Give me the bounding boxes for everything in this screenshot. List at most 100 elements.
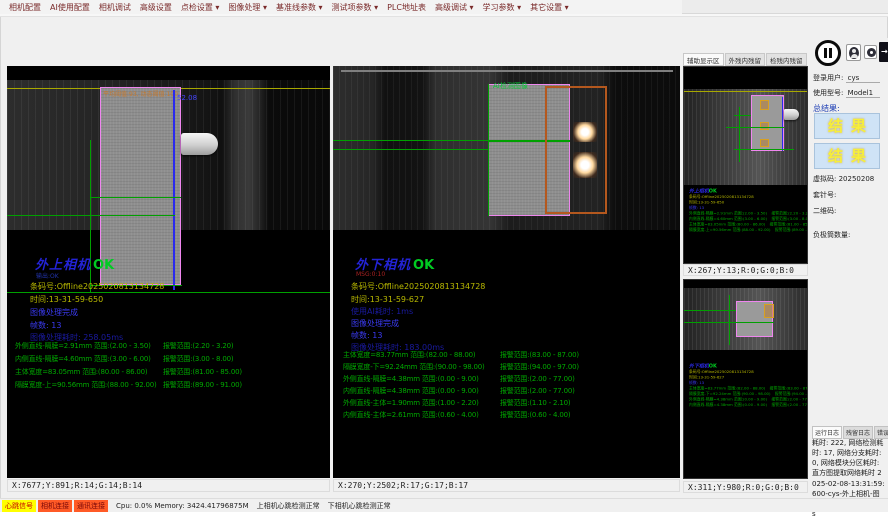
mini-row: 外侧直线-隔膜=2.91mm 范围:(2.00 - 3.50) <box>689 211 767 215</box>
login-user-value: cys <box>846 74 880 83</box>
detect-box <box>760 139 769 147</box>
lower-camera-heartbeat: 下相机心跳检测正常 <box>328 501 391 511</box>
mini-alarm: 报警范围:(2.20 - 3.20) <box>771 211 808 215</box>
measure-line-green <box>7 292 330 293</box>
camera-left-barcode: 条码号:Offline2025020813134728 <box>30 281 164 292</box>
model-field: 使用型号: Model1 <box>813 88 880 98</box>
tool-item-baseline-params[interactable]: 基准线参数 ▾ <box>276 2 323 13</box>
alarm-range: 报警范围:(81.00 - 85.00) <box>163 367 242 377</box>
camera-left-frames: 帧数: 13 <box>30 320 61 331</box>
detect-box <box>764 304 774 318</box>
measurement-row: 主体宽度=83.77mm 范围:(82.00 - 88.00) <box>343 350 475 360</box>
thumbnail-top-status: X:267;Y:13;R:0;G:0;B:0 <box>683 264 808 276</box>
measure-line-green <box>729 295 730 345</box>
alarm-range: 报警范围:(2.00 - 77.00) <box>500 386 575 396</box>
machine-frame-line <box>341 70 673 72</box>
result-box-top: 结果 <box>814 113 880 139</box>
camera-link-badge: 相机连接 <box>38 500 72 512</box>
measurement-row: 外侧直线-隔膜=4.38mm 范围:(0.00 - 9.00) <box>343 374 479 384</box>
measure-line-green <box>90 197 181 198</box>
heartbeat-badge: 心跳信号 <box>2 500 36 512</box>
pause-icon <box>829 48 832 58</box>
settings-button[interactable] <box>864 45 877 59</box>
alarm-range: 报警范围:(1.10 - 2.10) <box>500 398 570 408</box>
tool-item-spot-check[interactable]: 点检设置 ▾ <box>181 2 220 13</box>
camera-mid-done: 图像处理完成 <box>351 318 399 329</box>
camera-left-done: 图像处理完成 <box>30 307 78 318</box>
needle-field: 套针号: <box>813 190 836 200</box>
thumb-tab-inspect[interactable]: 检残内残留 <box>766 53 807 66</box>
tool-item-plc-table[interactable]: PLC地址表 <box>387 2 426 13</box>
ai-image-label: AI检测图像 <box>493 81 528 91</box>
tool-item-camera-config[interactable]: 相机配置 <box>9 2 41 13</box>
camera-left-view[interactable]: 平均阈值:93, 动态阈值:100 52.08 外上相机OK 输出:OK 条码号… <box>7 66 330 478</box>
camera-mid-ai-time: 使用AI耗时: 1ms <box>351 306 413 317</box>
measurement-row: 外侧直线-主体=1.90mm 范围:(1.00 - 2.20) <box>343 398 479 408</box>
tool-item-ai-config[interactable]: AI使用配置 <box>50 2 90 13</box>
mini-alarm: 报警范围:(2.00 - 77.00) <box>771 403 808 407</box>
model-label: 使用型号: <box>813 89 843 97</box>
thumbnail-top-view[interactable]: 外上相机OK 条码号:Offline2025020813134728 时间:13… <box>683 66 808 264</box>
mini-alarm: 报警范围:(2.00 - 77.00) <box>771 397 808 401</box>
virtual-code-label: 虚拟码: <box>813 175 836 183</box>
alarm-range: 报警范围:(89.00 - 91.00) <box>163 380 242 390</box>
camera-mid-sub: MSG:0:10 <box>356 271 385 278</box>
mini-row: 隔膜宽度-下=92.24mm 范围:(90.00 - 98.00) <box>689 392 770 396</box>
measure-line-green <box>734 115 751 116</box>
reflection-glow <box>573 152 597 178</box>
camera-mid-status: X:270;Y:2502;R:17;G:17;B:17 <box>333 479 680 492</box>
mini-row: 主体宽度=83.05mm 范围:(80.00 - 86.00) <box>689 222 765 226</box>
thumb-tab-aux[interactable]: 辅助显示区 <box>683 53 724 66</box>
camera-left-status: X:7677;Y:891;R:14;G:14;B:14 <box>7 479 330 492</box>
user-button[interactable] <box>846 44 861 61</box>
camera-left-sub: 输出:OK <box>36 271 59 280</box>
qr-field: 二维码: <box>813 206 836 216</box>
virtual-code-value: 20250208 <box>839 175 875 183</box>
thumbnail-bottom-overlay: 外下相机OK 条码号:Offline2025020813134728 时间:13… <box>689 362 808 408</box>
threshold-label: 平均阈值:93, 动态阈值:100 <box>103 89 178 98</box>
thumbnail-bottom-view[interactable]: 外下相机OK 条码号:Offline2025020813134728 时间:13… <box>683 279 808 479</box>
cpu-memory-text: Cpu: 0.0% Memory: 3424.41796875M <box>116 502 249 510</box>
measure-line-blue <box>173 90 175 290</box>
thumbnail-top-overlay: 外上相机OK 条码号:Offline2025020813134728 时间:13… <box>689 187 808 233</box>
pause-button[interactable] <box>815 40 841 66</box>
measurement-row: 隔膜宽度-下=92.24mm 范围:(90.00 - 98.00) <box>343 362 485 372</box>
measure-line-green <box>333 140 489 141</box>
tool-item-advanced-debug[interactable]: 高级调试 ▾ <box>435 2 474 13</box>
thumb-tab-strip: 辅助显示区 外残内残留 检残内残留 <box>683 53 809 66</box>
measure-line-green <box>734 149 794 150</box>
tool-item-test-params[interactable]: 测试项参数 ▾ <box>332 2 379 13</box>
detect-box <box>760 100 769 110</box>
connector-tab <box>181 133 218 155</box>
virtual-code-field: 虚拟码: 20250208 <box>813 174 874 184</box>
measure-line-green <box>726 127 784 128</box>
measure-line-green <box>7 215 175 216</box>
camera-left-result: OK <box>93 258 114 273</box>
measure-line-green <box>488 84 489 216</box>
side-panel: 登录用户: cys 使用型号: Model1 总结果: 结果 结果 虚拟码: 2… <box>810 38 888 498</box>
tool-item-advanced-settings[interactable]: 高级设置 <box>140 2 172 13</box>
mini-row: 内侧直线-隔膜=4.60mm 范围:(3.00 - 6.00) <box>689 217 767 221</box>
exit-button[interactable] <box>879 42 888 62</box>
result-box-bottom: 结果 <box>814 143 880 169</box>
connector-tab <box>784 109 799 120</box>
user-icon <box>849 47 859 59</box>
measurement-row: 内侧直线-主体=2.61mm 范围:(0.60 - 4.00) <box>343 410 479 420</box>
measure-line-green <box>739 107 740 162</box>
camera-mid-view[interactable]: AI检测图像 外下相机OK MSG:0:10 条码号:Offline202502… <box>333 66 680 478</box>
tool-item-learning-params[interactable]: 学习参数 ▾ <box>483 2 522 13</box>
mini-row: 外侧直线-隔膜=4.38mm 范围:(0.00 - 9.00) <box>689 397 767 401</box>
mini-row: 主体宽度=83.77mm 范围:(82.00 - 88.00) <box>689 386 765 390</box>
camera-left-time: 时间:13-31-59-650 <box>30 294 103 305</box>
tool-item-camera-debug[interactable]: 相机调试 <box>99 2 131 13</box>
thumb-tab-outer[interactable]: 外残内残留 <box>725 53 766 66</box>
pause-icon <box>824 48 827 58</box>
tool-item-other-settings[interactable]: 其它设置 ▾ <box>530 2 569 13</box>
measurement-row: 外侧直线-隔膜=2.91mm 范围:(2.00 - 3.50) <box>15 341 151 351</box>
tool-item-image-processing[interactable]: 图像处理 ▾ <box>228 2 267 13</box>
reflection-glow <box>573 122 597 142</box>
login-user-field: 登录用户: cys <box>813 73 880 83</box>
login-user-label: 登录用户: <box>813 74 843 82</box>
camera-mid-frames: 帧数: 13 <box>351 330 382 341</box>
alarm-range: 报警范围:(3.00 - 8.00) <box>163 354 233 364</box>
